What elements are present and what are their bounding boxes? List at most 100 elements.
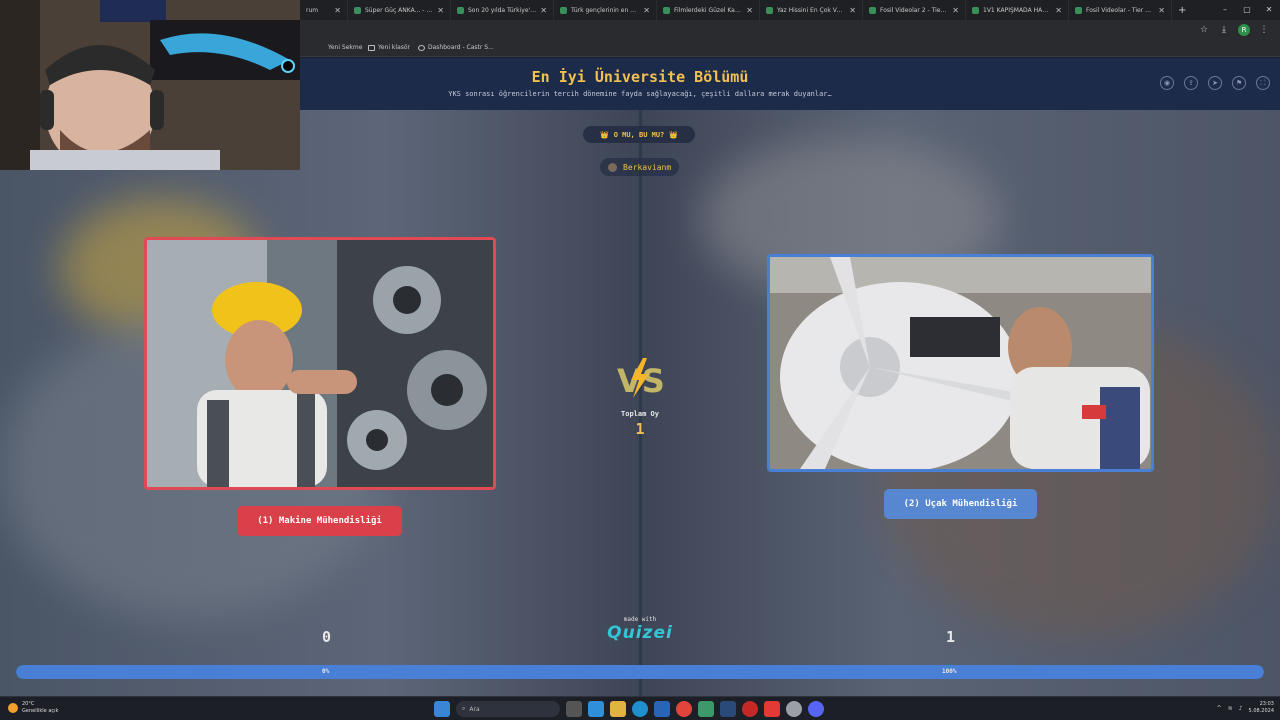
edge-icon[interactable] — [632, 701, 648, 717]
browser-tab[interactable]: 1V1 KAPIŞMADA HANGİ ✕ — [966, 0, 1069, 20]
volume-icon[interactable]: ♪ — [1239, 705, 1243, 712]
option-1-button[interactable]: (1) Makine Mühendisliği — [237, 506, 402, 536]
weather-desc: Genellikle açık — [22, 708, 59, 714]
close-icon[interactable]: ✕ — [746, 6, 753, 15]
bookmark-item[interactable]: Yeni Sekme — [328, 44, 362, 51]
option-1-score: 0 — [322, 628, 332, 646]
app-icon[interactable] — [764, 701, 780, 717]
tab-favicon-icon — [457, 6, 464, 14]
close-icon[interactable]: ✕ — [643, 6, 650, 15]
brand-logo[interactable]: Quizei — [600, 623, 680, 643]
vs-icon: VS — [617, 358, 665, 400]
webcam-overlay — [0, 0, 300, 170]
tab-title: Filmlerdeki Güzel Kadınlar — [674, 6, 742, 14]
minimize-button[interactable]: – — [1214, 0, 1236, 20]
share-icon[interactable]: ⇪ — [1184, 76, 1198, 90]
username: Berkavianm — [623, 162, 672, 172]
flag-icon[interactable]: ⚑ — [1232, 76, 1246, 90]
windows-start-icon[interactable] — [434, 701, 450, 717]
tab-favicon-icon — [869, 6, 876, 14]
fullscreen-icon[interactable]: ⛶ — [1256, 76, 1270, 90]
tab-title: Yaz Hissini En Çok Veren Ş — [777, 6, 845, 14]
vote-progress-bar — [16, 665, 1264, 679]
header-actions: ◉ ⇪ ➤ ⚑ ⛶ — [1160, 76, 1270, 90]
tab-title: rum — [306, 6, 319, 14]
crown-icon: 👑 — [599, 130, 609, 139]
option-2-score: 1 — [946, 628, 956, 646]
new-tab-button[interactable]: + — [1172, 5, 1192, 16]
window-controls: – ▢ ✕ — [1214, 0, 1280, 20]
site-icon — [418, 44, 425, 51]
user-badge[interactable]: Berkavianm — [600, 158, 680, 176]
close-icon[interactable]: ✕ — [1055, 6, 1062, 15]
profile-avatar[interactable]: R — [1238, 24, 1250, 36]
browser-tab[interactable]: Fosil Videolar 2 - Tier List ✕ — [863, 0, 966, 20]
option-2-percent: 100% — [942, 668, 957, 675]
browser-tab[interactable]: Son 20 yılda Türkiye'yi sal ✕ — [451, 0, 554, 20]
clock-time: 23:03 — [1259, 701, 1274, 707]
copilot-icon[interactable] — [588, 701, 604, 717]
tab-favicon-icon — [354, 6, 361, 14]
steam-icon[interactable] — [720, 701, 736, 717]
close-icon[interactable]: ✕ — [849, 6, 856, 15]
vote-progress-fill — [16, 665, 1264, 679]
wifi-icon[interactable]: ≋ — [1228, 705, 1233, 712]
tab-favicon-icon — [663, 6, 670, 14]
close-icon[interactable]: ✕ — [1158, 6, 1165, 15]
clock[interactable]: 23:03 5.08.2024 — [1249, 701, 1274, 715]
bookmark-label: Yeni klasör — [378, 44, 411, 51]
tab-title: Fosil Videolar - Tier List | — [1086, 6, 1155, 14]
send-icon[interactable]: ➤ — [1208, 76, 1222, 90]
tab-title: Süper Güç ANKA... - Tier Li — [365, 6, 433, 14]
close-window-button[interactable]: ✕ — [1258, 0, 1280, 20]
search-icon: ⌕ — [462, 705, 466, 712]
bookmark-star-icon[interactable]: ☆ — [1198, 24, 1210, 36]
maximize-button[interactable]: ▢ — [1236, 0, 1258, 20]
browser-tab[interactable]: Fosil Videolar - Tier List | ✕ — [1069, 0, 1172, 20]
eye-icon[interactable]: ◉ — [1160, 76, 1174, 90]
browser-tab[interactable]: Türk gençlerinin en büyük ✕ — [554, 0, 657, 20]
file-explorer-icon[interactable] — [610, 701, 626, 717]
bookmark-item[interactable]: Yeni klasör — [368, 44, 410, 51]
system-tray: ^ ≋ ♪ 23:03 5.08.2024 — [1217, 701, 1274, 715]
bookmark-item[interactable]: Dashboard - Castr S... — [418, 44, 494, 51]
xbox-icon[interactable] — [698, 701, 714, 717]
chrome-icon[interactable] — [676, 701, 692, 717]
menu-icon[interactable]: ⋮ — [1258, 24, 1270, 36]
tab-favicon-icon — [1075, 6, 1082, 14]
task-view-icon[interactable] — [566, 701, 582, 717]
taskbar-apps: ⌕ Ara — [434, 701, 824, 717]
browser-tab[interactable]: rum ✕ — [300, 0, 348, 20]
option-image-machine — [147, 240, 493, 487]
option-2-button[interactable]: (2) Uçak Mühendisliği — [884, 489, 1037, 519]
crown-icon: 👑 — [669, 130, 678, 139]
tab-title: Son 20 yılda Türkiye'yi sal — [468, 6, 536, 14]
taskbar-search[interactable]: ⌕ Ara — [456, 701, 560, 717]
bookmark-label: Yeni Sekme — [328, 44, 363, 51]
made-with-label: made with — [623, 616, 657, 623]
close-icon[interactable]: ✕ — [540, 6, 547, 15]
windows-taskbar: 20°C Genellikle açık ⌕ Ara ^ ≋ ♪ 23:03 5… — [0, 696, 1280, 720]
app-icon[interactable] — [786, 701, 802, 717]
browser-tab[interactable]: Filmlerdeki Güzel Kadınlar ✕ — [657, 0, 760, 20]
tab-title: Türk gençlerinin en büyük — [571, 6, 639, 14]
tab-favicon-icon — [766, 6, 773, 14]
total-votes-value: 1 — [635, 420, 645, 438]
option-card-left[interactable] — [144, 237, 496, 490]
chevron-up-icon[interactable]: ^ — [1217, 705, 1222, 712]
weather-widget[interactable]: 20°C Genellikle açık — [8, 701, 58, 715]
close-icon[interactable]: ✕ — [437, 6, 444, 15]
close-icon[interactable]: ✕ — [334, 6, 341, 15]
download-icon[interactable]: ⤓ — [1218, 24, 1230, 36]
screen: rum ✕ Süper Güç ANKA... - Tier Li ✕ Son 20… — [0, 0, 1280, 720]
browser-tab[interactable]: Süper Güç ANKA... - Tier Li ✕ — [348, 0, 451, 20]
discord-icon[interactable] — [808, 701, 824, 717]
app-icon[interactable] — [742, 701, 758, 717]
close-icon[interactable]: ✕ — [952, 6, 959, 15]
tab-title: Fosil Videolar 2 - Tier List — [880, 6, 949, 14]
browser-tab[interactable]: Yaz Hissini En Çok Veren Ş ✕ — [760, 0, 863, 20]
option-card-right[interactable] — [767, 254, 1154, 472]
clock-date: 5.08.2024 — [1248, 708, 1274, 714]
store-icon[interactable] — [654, 701, 670, 717]
mode-label: O MU, BU MU? — [613, 130, 665, 139]
